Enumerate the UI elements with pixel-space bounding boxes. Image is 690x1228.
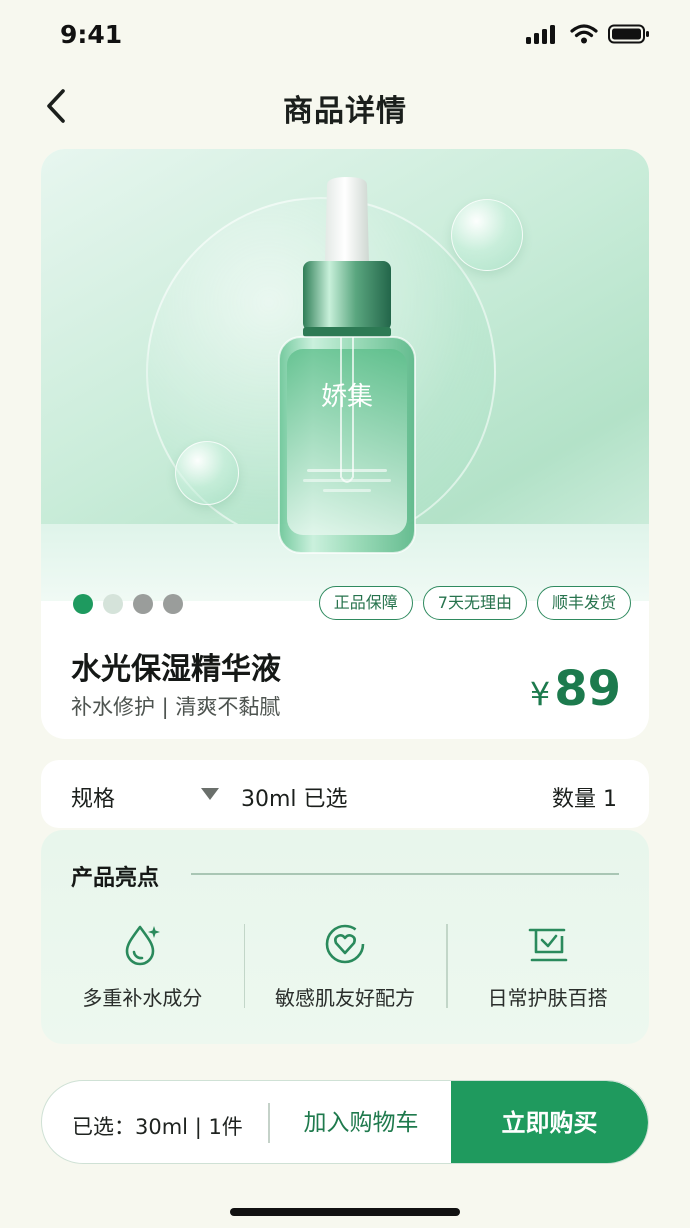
- triangle-down-icon[interactable]: [201, 788, 219, 800]
- decor-bubble: [451, 199, 523, 271]
- brand-logo: 娇集: [321, 382, 373, 411]
- tag-shipping: 顺丰发货: [536, 586, 631, 620]
- highlight-label: 敏感肌友好配方: [275, 986, 415, 1010]
- product-subtitle: 补水修护 | 清爽不黏腻: [71, 695, 281, 719]
- product-highlights: 产品亮点 多重补水成分 敏感肌友好配方 日常护肤百搭: [41, 830, 649, 1044]
- selected-summary: 已选：30ml | 1件: [72, 1115, 243, 1139]
- gentle-heart-shield-icon: [325, 924, 365, 964]
- product-card: 娇集 正品保障 7天无理由 顺丰发货 水光保湿精华液 补水修护 | 清爽不黏腻 …: [41, 149, 649, 739]
- add-to-cart-button[interactable]: 加入购物车: [270, 1081, 452, 1163]
- carousel-dot-2[interactable]: [103, 594, 123, 614]
- buy-now-button[interactable]: 立即购买: [451, 1081, 648, 1163]
- product-image-carousel[interactable]: 娇集: [41, 149, 649, 601]
- status-icons: [526, 24, 650, 44]
- status-time: 9:41: [60, 20, 123, 49]
- carousel-dot-4[interactable]: [163, 594, 183, 614]
- water-drop-sparkle-icon: [126, 925, 161, 966]
- spec-selector[interactable]: 规格 30ml 已选 数量 1: [41, 760, 649, 828]
- highlight-item: 日常护肤百搭: [446, 922, 649, 1012]
- nav-bar: 商品详情: [0, 76, 690, 136]
- price-currency: ¥: [529, 675, 551, 713]
- divider: [191, 873, 619, 875]
- highlights-list: 多重补水成分 敏感肌友好配方 日常护肤百搭: [41, 922, 649, 1012]
- highlight-item: 敏感肌友好配方: [243, 922, 447, 1012]
- carousel-dots: [73, 594, 183, 614]
- signal-icon: [526, 25, 555, 44]
- spec-value[interactable]: 30ml 已选: [241, 781, 348, 813]
- highlight-label: 日常护肤百搭: [487, 986, 608, 1010]
- highlight-item: 多重补水成分: [41, 922, 244, 1012]
- wifi-icon: [570, 24, 598, 44]
- service-tags: 正品保障 7天无理由 顺丰发货: [318, 586, 631, 620]
- tag-authentic: 正品保障: [318, 586, 413, 620]
- carousel-dot-1[interactable]: [73, 594, 93, 614]
- carousel-dot-3[interactable]: [133, 594, 153, 614]
- highlight-label: 多重补水成分: [82, 986, 203, 1010]
- product-bottle-image: 娇集: [278, 177, 416, 554]
- quantity[interactable]: 数量 1: [552, 781, 617, 813]
- battery-icon: [608, 24, 649, 44]
- decor-bubble: [175, 441, 239, 505]
- product-name: 水光保湿精华液: [71, 652, 281, 687]
- product-price: ¥ 89: [530, 661, 621, 717]
- bottom-action-bar: 已选：30ml | 1件 加入购物车 立即购买: [41, 1080, 649, 1164]
- daily-care-basket-icon: [528, 928, 567, 962]
- status-bar: 9:41: [0, 0, 690, 72]
- home-indicator[interactable]: [230, 1208, 460, 1216]
- spec-label: 规格: [71, 787, 116, 812]
- highlights-title: 产品亮点: [71, 866, 160, 891]
- price-value: 89: [554, 661, 621, 717]
- tag-return-policy: 7天无理由: [422, 586, 527, 620]
- page-title: 商品详情: [283, 94, 407, 129]
